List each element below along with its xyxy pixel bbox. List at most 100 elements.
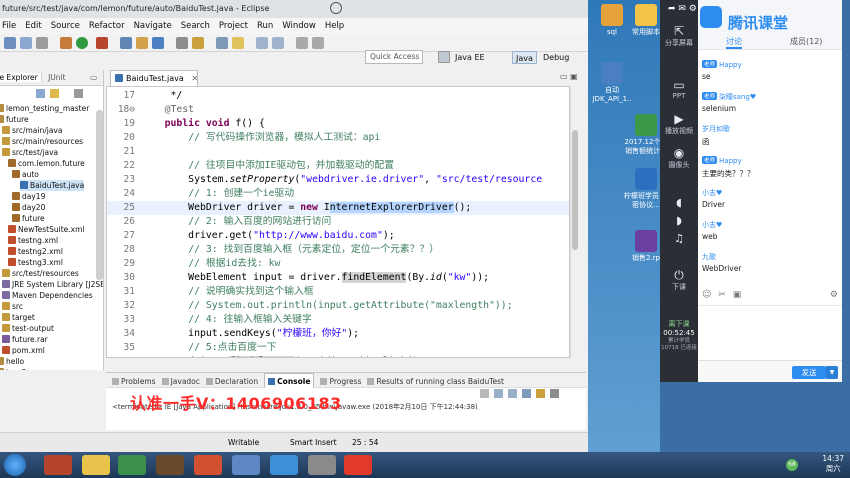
tree-item[interactable]: testng2.xml bbox=[8, 246, 63, 257]
toggle-mark-icon[interactable] bbox=[216, 37, 228, 49]
tree-item[interactable]: day20 bbox=[12, 202, 45, 213]
forward-icon[interactable] bbox=[312, 37, 324, 49]
settings-icon[interactable]: ⚙ bbox=[830, 290, 838, 300]
menu-run[interactable]: Run bbox=[257, 18, 273, 34]
taskbar-app-7[interactable] bbox=[308, 455, 336, 475]
tree-item[interactable]: Maven Dependencies bbox=[2, 290, 93, 301]
editor-minimize-icon[interactable]: ▭ ▣ bbox=[560, 72, 578, 81]
chat-username[interactable]: 老师 Happy bbox=[702, 156, 742, 165]
tree-item[interactable]: pom.xml bbox=[2, 345, 45, 356]
collapse-all-icon[interactable] bbox=[36, 89, 45, 98]
console-tab[interactable]: Problems bbox=[112, 374, 156, 389]
taskbar-tencent[interactable] bbox=[270, 455, 298, 475]
console-tab[interactable]: Console bbox=[264, 373, 315, 389]
highlight-icon[interactable] bbox=[232, 37, 244, 49]
chat-username[interactable]: 小志♥ bbox=[702, 188, 722, 198]
speaker-icon[interactable]: ◖ bbox=[660, 196, 698, 209]
perspective-java[interactable]: Java bbox=[512, 51, 537, 64]
editor-scrollbar-thumb[interactable] bbox=[572, 130, 578, 250]
editor-tab-baidutest[interactable]: BaiduTest.java ✕ bbox=[110, 70, 198, 86]
menu-help[interactable]: Help bbox=[325, 18, 344, 34]
menu-refactor[interactable]: Refactor bbox=[89, 18, 125, 34]
taskbar-app-5[interactable] bbox=[232, 455, 260, 475]
external-tools-icon[interactable] bbox=[96, 37, 108, 49]
display-console-icon[interactable] bbox=[550, 389, 559, 398]
tree-item[interactable]: hello bbox=[0, 356, 24, 367]
view-menu-icon[interactable] bbox=[74, 89, 83, 98]
debug-icon[interactable] bbox=[60, 37, 72, 49]
chat-username[interactable]: 老师 柒瞳sang♥ bbox=[702, 92, 756, 102]
tab-discussion[interactable]: 讨论 bbox=[726, 36, 742, 49]
menu-search[interactable]: Search bbox=[181, 18, 210, 34]
chat-username[interactable]: 岁月如歌 bbox=[702, 124, 730, 134]
tree-item[interactable]: src/main/java bbox=[2, 125, 62, 136]
console-tab[interactable]: Declaration bbox=[205, 374, 258, 389]
window-controls[interactable]: ➦ ✉ ⚙ bbox=[668, 4, 697, 14]
taskbar-folder[interactable] bbox=[82, 455, 110, 475]
tree-item[interactable]: src bbox=[2, 301, 23, 312]
tree-item[interactable]: BaiduTest.java bbox=[20, 180, 85, 191]
chat-input[interactable] bbox=[698, 305, 842, 360]
clear-console-icon[interactable] bbox=[508, 389, 517, 398]
perspective-debug[interactable]: Debug bbox=[540, 51, 572, 64]
taskbar-app-p[interactable] bbox=[194, 455, 222, 475]
tree-item[interactable]: java2 bbox=[0, 367, 27, 370]
new-icon[interactable] bbox=[4, 37, 16, 49]
tree-item[interactable]: day19 bbox=[12, 191, 45, 202]
menu-file[interactable]: File bbox=[2, 18, 16, 34]
chat-username[interactable]: 小志♥ bbox=[702, 220, 722, 230]
open-type-icon[interactable] bbox=[176, 37, 188, 49]
menu-edit[interactable]: Edit bbox=[25, 18, 41, 34]
tree-item[interactable]: src/test/java bbox=[2, 147, 58, 158]
taskbar-app-s[interactable] bbox=[44, 455, 72, 475]
pin-console-icon[interactable] bbox=[536, 389, 545, 398]
taskbar-chrome[interactable] bbox=[118, 455, 146, 475]
volume-icon[interactable]: ◗ bbox=[660, 214, 698, 227]
close-icon[interactable]: ✕ bbox=[191, 74, 198, 83]
tree-item[interactable]: test-output bbox=[2, 323, 54, 334]
tree-item[interactable]: src/main/resources bbox=[2, 136, 83, 147]
tree-item[interactable]: future bbox=[12, 213, 45, 224]
emoji-icon[interactable]: ☺ bbox=[702, 290, 711, 300]
tree-item[interactable]: lemon_testing_master bbox=[0, 103, 89, 114]
sidebar-item-video[interactable]: ▶ 播放视频 bbox=[660, 112, 698, 136]
menu-source[interactable]: Source bbox=[51, 18, 80, 34]
network-icon[interactable]: 68 bbox=[786, 459, 798, 471]
start-button[interactable] bbox=[4, 454, 26, 476]
tree-item[interactable]: NewTestSuite.xml bbox=[8, 224, 85, 235]
console-tab[interactable]: Results of running class BaiduTest bbox=[367, 374, 504, 389]
sidebar-item-screen-share[interactable]: ⇱ 分享屏幕 bbox=[660, 24, 698, 48]
link-editor-icon[interactable] bbox=[50, 89, 59, 98]
run-icon[interactable] bbox=[76, 37, 88, 49]
console-tab[interactable]: Javadoc bbox=[161, 374, 200, 389]
explorer-scrollbar[interactable] bbox=[96, 110, 103, 280]
sidebar-item-ppt[interactable]: ▭ PPT bbox=[660, 78, 698, 100]
scissors-icon[interactable]: ✂ bbox=[718, 290, 726, 300]
save-icon[interactable] bbox=[20, 37, 32, 49]
send-dropdown-icon[interactable]: ▼ bbox=[826, 366, 838, 379]
next-annotation-icon[interactable] bbox=[272, 37, 284, 49]
menu-window[interactable]: Window bbox=[282, 18, 316, 34]
tab-members[interactable]: 成员(12) bbox=[790, 36, 822, 47]
menu-project[interactable]: Project bbox=[219, 18, 248, 34]
menu-navigate[interactable]: Navigate bbox=[134, 18, 172, 34]
tree-item[interactable]: JRE System Library [J2SE bbox=[2, 279, 103, 290]
tree-item[interactable]: testng3.xml bbox=[8, 257, 63, 268]
sidebar-item-camera[interactable]: ◉ 摄像头 bbox=[660, 146, 698, 170]
prev-annotation-icon[interactable] bbox=[256, 37, 268, 49]
console-tab[interactable]: Progress bbox=[320, 374, 361, 389]
scroll-lock-icon[interactable] bbox=[522, 389, 531, 398]
tab-package-explorer[interactable]: Package Explorer bbox=[0, 73, 42, 82]
music-icon[interactable]: ♫ bbox=[660, 232, 698, 245]
image-icon[interactable]: ▣ bbox=[733, 290, 742, 300]
quick-access-input[interactable]: Quick Access bbox=[365, 50, 423, 64]
print-icon[interactable] bbox=[36, 37, 48, 49]
tree-item[interactable]: future.rar bbox=[2, 334, 48, 345]
tree-item[interactable]: com.lemon.future bbox=[8, 158, 85, 169]
terminate-icon[interactable] bbox=[480, 389, 489, 398]
code-editor[interactable]: 17 */ 18⊖ @Test 19 public void f() {20 // … bbox=[106, 86, 570, 358]
remove-launch-icon[interactable] bbox=[494, 389, 503, 398]
search-icon[interactable] bbox=[330, 2, 342, 14]
desktop-icon[interactable]: 自动 JDK_API_1.. bbox=[588, 62, 636, 104]
search-toolbar-icon[interactable] bbox=[192, 37, 204, 49]
